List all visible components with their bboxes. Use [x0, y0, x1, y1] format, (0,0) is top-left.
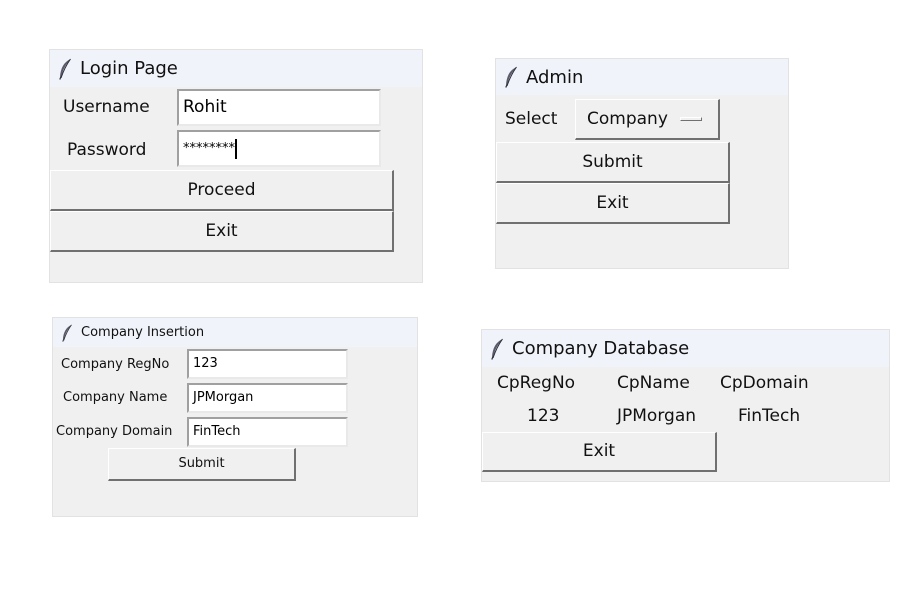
insertion-window: Company Insertion Company RegNo 123 Comp… — [52, 317, 418, 517]
cell-name: JPMorgan — [617, 406, 697, 426]
insertion-submit-button[interactable]: Submit — [108, 448, 296, 481]
password-input[interactable]: ******** — [177, 130, 381, 167]
password-label: Password — [67, 140, 147, 160]
company-select[interactable]: Company — [575, 99, 720, 140]
username-label: Username — [63, 97, 150, 117]
column-header-domain: CpDomain — [720, 373, 809, 393]
text-cursor — [235, 138, 237, 159]
username-value: Rohit — [183, 97, 227, 117]
login-exit-button-label: Exit — [205, 221, 238, 241]
proceed-button-label: Proceed — [187, 180, 256, 200]
admin-submit-button-label: Submit — [582, 152, 643, 172]
database-title: Company Database — [512, 338, 690, 359]
proceed-button[interactable]: Proceed — [50, 170, 394, 211]
login-title: Login Page — [80, 58, 178, 79]
feather-icon — [61, 324, 73, 342]
login-exit-button[interactable]: Exit — [50, 211, 394, 252]
password-value: ******** — [183, 141, 235, 156]
column-header-name: CpName — [617, 373, 690, 393]
database-window: Company Database CpRegNo CpName CpDomain… — [481, 329, 890, 482]
login-titlebar: Login Page — [50, 50, 422, 87]
company-select-value: Company — [587, 109, 668, 129]
insertion-title: Company Insertion — [81, 325, 205, 340]
database-exit-button[interactable]: Exit — [482, 432, 717, 472]
insertion-titlebar: Company Insertion — [53, 318, 417, 347]
select-label: Select — [505, 109, 558, 129]
database-exit-button-label: Exit — [582, 441, 616, 461]
admin-exit-button-label: Exit — [596, 193, 629, 213]
feather-icon — [58, 58, 72, 80]
feather-icon — [490, 338, 504, 360]
column-header-regno: CpRegNo — [497, 373, 576, 393]
insertion-submit-button-label: Submit — [178, 456, 225, 471]
dropdown-indicator-icon — [679, 117, 702, 121]
regno-input[interactable]: 123 — [187, 349, 348, 379]
cell-domain: FinTech — [738, 406, 801, 426]
admin-exit-button[interactable]: Exit — [496, 183, 730, 224]
domain-value: FinTech — [193, 424, 241, 439]
regno-label: Company RegNo — [61, 357, 170, 372]
cell-regno: 123 — [527, 406, 560, 426]
domain-input[interactable]: FinTech — [187, 417, 348, 447]
database-titlebar: Company Database — [482, 330, 889, 367]
regno-value: 123 — [193, 356, 218, 371]
admin-submit-button[interactable]: Submit — [496, 142, 730, 183]
admin-titlebar: Admin — [496, 59, 788, 95]
feather-icon — [504, 66, 518, 88]
login-window: Login Page Username Rohit Password *****… — [49, 49, 423, 283]
name-input[interactable]: JPMorgan — [187, 383, 348, 413]
admin-window: Admin Select Company Submit Exit — [495, 58, 789, 269]
username-input[interactable]: Rohit — [177, 89, 381, 126]
name-label: Company Name — [63, 390, 168, 405]
admin-title: Admin — [526, 66, 584, 88]
domain-label: Company Domain — [56, 424, 173, 439]
name-value: JPMorgan — [193, 390, 254, 405]
